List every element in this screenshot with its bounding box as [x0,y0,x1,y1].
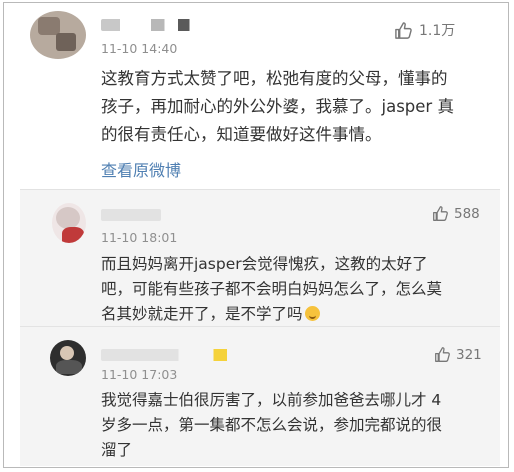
thumbs-up-icon [433,206,448,221]
screenshot-frame: 1.1万 11-10 14:40 这教育方式太赞了吧，松弛有度的父母，懂事的 孩… [3,2,509,468]
reply-text-line-3-content: 名其妙就走开了，是不学了吗 [101,305,303,323]
reply-text-line-2: 吧，可能有些孩子都不会明白妈妈怎么了，怎么莫 [101,280,443,298]
reply-time: 11-10 17:03 [101,367,178,382]
comment-time: 11-10 14:40 [101,41,178,56]
reply-time: 11-10 18:01 [101,230,178,245]
reply-divider [20,326,500,327]
reply-text-line-3: 溜了 [101,441,133,459]
reply-like-button[interactable]: 321 [434,346,482,363]
reply-avatar[interactable] [50,340,86,376]
like-count: 1.1万 [419,23,456,39]
reply-text-line-1: 而且妈妈离开jasper会觉得愧疚，这教的太好了 [101,255,428,273]
reply-text-line-2: 岁多一点，第一集都不怎么会说，参加完都说的很 [101,416,443,434]
reply-like-count: 321 [456,346,482,363]
reply-like-count: 588 [454,205,480,222]
avatar[interactable] [30,11,86,59]
comment-text-line-2: 孩子，再加耐心的外公外婆，我慕了。jasper 真 [101,97,454,116]
comment-text-line-1: 这教育方式太赞了吧，松弛有度的父母，懂事的 [101,69,448,88]
reply-like-button[interactable]: 588 [432,205,480,222]
reply-username-blurred[interactable] [101,209,161,221]
like-button[interactable]: 1.1万 [394,20,455,40]
laughing-face-emoji-icon [304,306,320,321]
main-comment: 1.1万 11-10 14:40 这教育方式太赞了吧，松弛有度的父母，懂事的 孩… [4,3,508,189]
reply-username-blurred[interactable] [101,349,235,361]
comment-text-line-3: 的很有责任心，知道要做好这件事情。 [101,125,382,144]
reply-avatar[interactable] [52,203,86,243]
view-original-weibo-link[interactable]: 查看原微博 [101,157,181,181]
reply-text-line-3: 名其妙就走开了，是不学了吗 [101,302,320,324]
reply-text-line-1: 我觉得嘉士伯很厉害了，以前参加爸爸去哪儿才 4 [101,391,442,409]
thumbs-up-icon [395,21,412,39]
thumbs-up-icon [435,347,450,362]
username-blurred[interactable] [101,19,197,31]
